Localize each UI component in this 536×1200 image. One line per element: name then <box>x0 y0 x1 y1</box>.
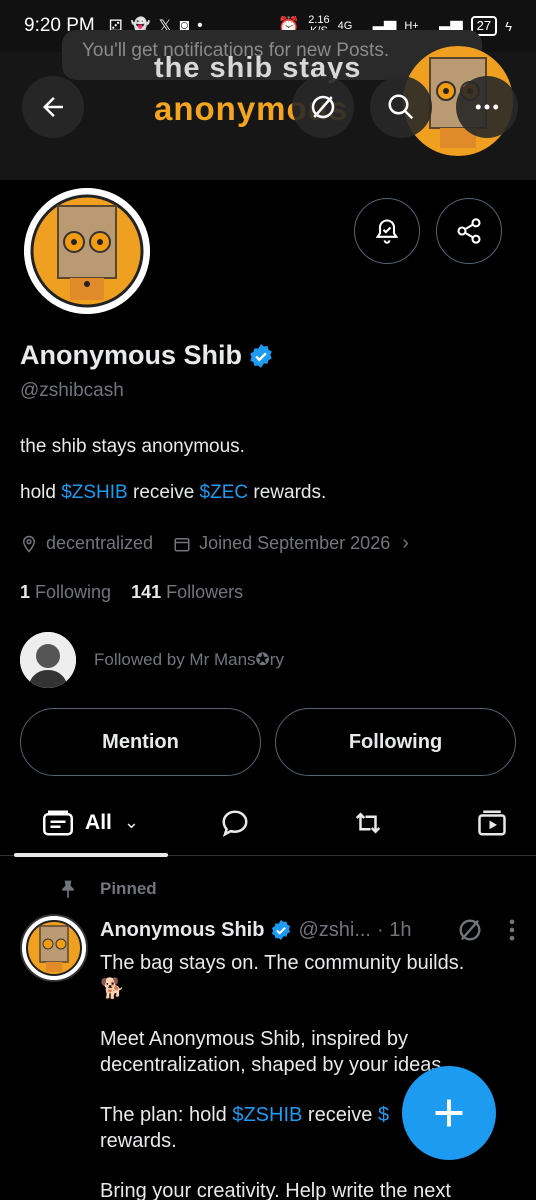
location-text: decentralized <box>46 533 154 553</box>
post-header: Anonymous Shib @zshi... · 1h <box>100 916 520 944</box>
followers-link[interactable]: 141 Followers <box>131 582 243 603</box>
verified-badge-icon[interactable] <box>248 343 274 369</box>
joined-date: Joined September 2026 <box>199 533 391 553</box>
post-author-name[interactable]: Anonymous Shib <box>100 919 264 942</box>
reply-bubble-icon <box>222 809 248 837</box>
compose-post-button[interactable] <box>402 1066 496 1160</box>
following-button[interactable]: Following <box>275 708 516 776</box>
grok-button[interactable] <box>292 76 354 138</box>
back-button[interactable] <box>22 76 84 138</box>
following-link[interactable]: 1 Following <box>20 582 111 603</box>
more-button[interactable] <box>456 76 518 138</box>
cashtag-zshib[interactable]: $ZSHIB <box>61 482 128 503</box>
chevron-down-icon: ⌄ <box>123 812 139 832</box>
tab-reposts[interactable] <box>288 790 448 856</box>
search-button[interactable] <box>370 76 432 138</box>
chevron-right-icon[interactable]: › <box>402 532 409 555</box>
post-cashtag-zec[interactable]: $ <box>378 1104 389 1126</box>
bio-line-1: the shib stays anonymous. <box>20 436 245 457</box>
followed-by-text: Followed by Mr Mans✪ry <box>94 650 284 669</box>
repost-icon <box>355 811 381 834</box>
dog-emoji: 🐕 <box>100 978 125 1000</box>
profile-name: Anonymous Shib <box>20 340 274 371</box>
profile-meta: decentralized Joined September 2026 › <box>20 532 409 555</box>
grok-icon <box>311 95 335 119</box>
post-author-handle: @zshi... <box>298 918 371 941</box>
calendar-icon <box>174 537 190 551</box>
share-button[interactable] <box>436 198 502 264</box>
post-line-1: The bag stays on. The community builds. <box>100 952 465 974</box>
tab-all[interactable]: All ⌄ <box>0 790 182 857</box>
post-author-avatar[interactable] <box>20 914 88 982</box>
profile-handle: @zshibcash <box>20 380 124 401</box>
share-icon <box>457 218 481 244</box>
active-tab-indicator <box>14 852 168 857</box>
profile-avatar[interactable] <box>20 184 154 318</box>
post-time: · 1h <box>377 918 412 941</box>
follower-avatar <box>20 632 76 688</box>
post-paragraph-4: Bring your creativity. Help write the ne… <box>100 1180 451 1200</box>
cashtag-zec[interactable]: $ZEC <box>200 482 249 503</box>
location-pin-icon <box>22 535 36 553</box>
notifications-button[interactable] <box>354 198 420 264</box>
follow-counts: 1 Following 141 Followers <box>20 582 243 603</box>
pin-icon <box>62 880 74 899</box>
bell-check-icon <box>375 219 399 244</box>
mention-button[interactable]: Mention <box>20 708 261 776</box>
feed-icon <box>43 810 74 835</box>
tab-media[interactable] <box>448 790 536 856</box>
tab-replies[interactable] <box>182 790 288 856</box>
grok-icon[interactable] <box>456 916 484 944</box>
search-icon <box>388 94 414 120</box>
arrow-left-icon <box>43 97 63 117</box>
more-dots-icon <box>475 104 499 110</box>
plus-icon <box>435 1099 463 1127</box>
bio-line-2: hold $ZSHIB receive $ZEC rewards. <box>20 482 327 503</box>
followed-by[interactable]: Followed by Mr Mans✪ry <box>20 632 284 688</box>
verified-badge-icon <box>272 919 291 941</box>
pinned-label: Pinned <box>58 878 157 900</box>
post-more-icon[interactable] <box>504 916 520 944</box>
post-cashtag-zshib[interactable]: $ZSHIB <box>232 1104 302 1126</box>
charging-icon: ϟ <box>505 18 512 34</box>
profile-name-text: Anonymous Shib <box>20 340 242 370</box>
profile-tabs: All ⌄ <box>0 790 536 857</box>
video-icon <box>478 810 506 835</box>
